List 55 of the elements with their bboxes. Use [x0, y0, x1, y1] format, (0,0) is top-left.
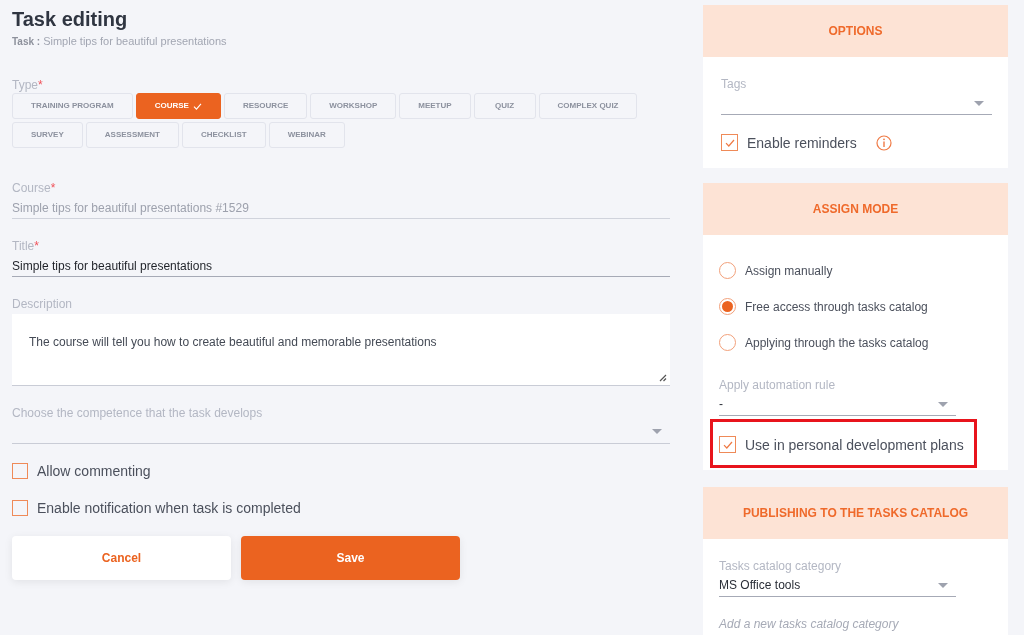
resize-grip-icon[interactable]: [659, 374, 667, 382]
type-button[interactable]: SURVEY: [12, 122, 83, 148]
required-mark: *: [50, 181, 56, 195]
type-button[interactable]: RESOURCE: [223, 93, 308, 119]
checkbox-label: Allow commenting: [37, 463, 151, 479]
add-category-link[interactable]: Add a new tasks catalog category: [719, 617, 899, 631]
field-label: Title: [12, 239, 35, 253]
type-button[interactable]: COURSE: [135, 93, 221, 119]
checkmark-icon: [722, 440, 733, 449]
field-label: Choose the competence that the task develops: [12, 406, 263, 420]
text-field[interactable]: Simple tips for beautiful presentations: [12, 253, 670, 277]
caret-down-icon: [652, 429, 662, 434]
field-label: Tasks catalog category: [719, 559, 842, 573]
section-header: OPTIONS: [703, 5, 1008, 57]
checkbox-label: Enable reminders: [747, 134, 857, 151]
caret-down-icon: [938, 402, 948, 407]
type-button[interactable]: ASSESSMENT: [85, 122, 179, 148]
field-label: Type: [12, 78, 38, 92]
select-field[interactable]: MS Office tools: [719, 573, 956, 597]
checkbox[interactable]: [12, 500, 28, 516]
required-mark: *: [34, 239, 39, 253]
section-header: ASSIGN MODE: [703, 183, 1008, 235]
task-name: Simple tips for beautiful presentations: [43, 34, 227, 48]
type-button[interactable]: MEETUP: [399, 93, 471, 119]
type-button[interactable]: CHECKLIST: [181, 122, 266, 148]
radio-label: Assign manually: [745, 263, 833, 278]
radio-label: Applying through the tasks catalog: [745, 335, 929, 350]
caret-down-icon: [974, 101, 984, 106]
cancel-button[interactable]: Cancel: [12, 536, 231, 580]
section-header: PUBLISHING TO THE TASKS CATALOG: [703, 487, 1008, 539]
select-field[interactable]: -: [719, 392, 956, 416]
type-button[interactable]: TRAINING PROGRAM: [12, 93, 133, 119]
field-label: Tags: [721, 77, 747, 91]
info-icon[interactable]: [875, 134, 892, 151]
field-label: Course: [12, 181, 51, 195]
checkmark-icon: [192, 102, 202, 110]
checkmark-icon: [724, 138, 735, 147]
radio-label: Free access through tasks catalog: [745, 299, 928, 314]
type-button[interactable]: COMPLEX QUIZ: [538, 93, 638, 119]
caret-down-icon: [938, 583, 948, 588]
description-field[interactable]: The course will tell you how to create beautiful and memorable presentations: [12, 314, 670, 386]
checkbox[interactable]: [721, 134, 738, 151]
type-button[interactable]: WORKSHOP: [310, 93, 397, 119]
checkbox[interactable]: [719, 436, 736, 453]
save-button[interactable]: Save: [241, 536, 460, 580]
field-label: Apply automation rule: [719, 378, 836, 392]
field-label: Description: [12, 297, 73, 311]
required-mark: *: [38, 78, 43, 92]
task-label: Task :: [12, 35, 41, 49]
checkbox[interactable]: [12, 463, 28, 479]
checkbox-label: Enable notification when task is completed: [37, 500, 301, 516]
type-button[interactable]: QUIZ: [473, 93, 536, 119]
type-button[interactable]: WEBINAR: [268, 122, 345, 148]
checkbox-label: Use in personal development plans: [745, 436, 964, 453]
page-title: Task editing: [12, 7, 129, 32]
